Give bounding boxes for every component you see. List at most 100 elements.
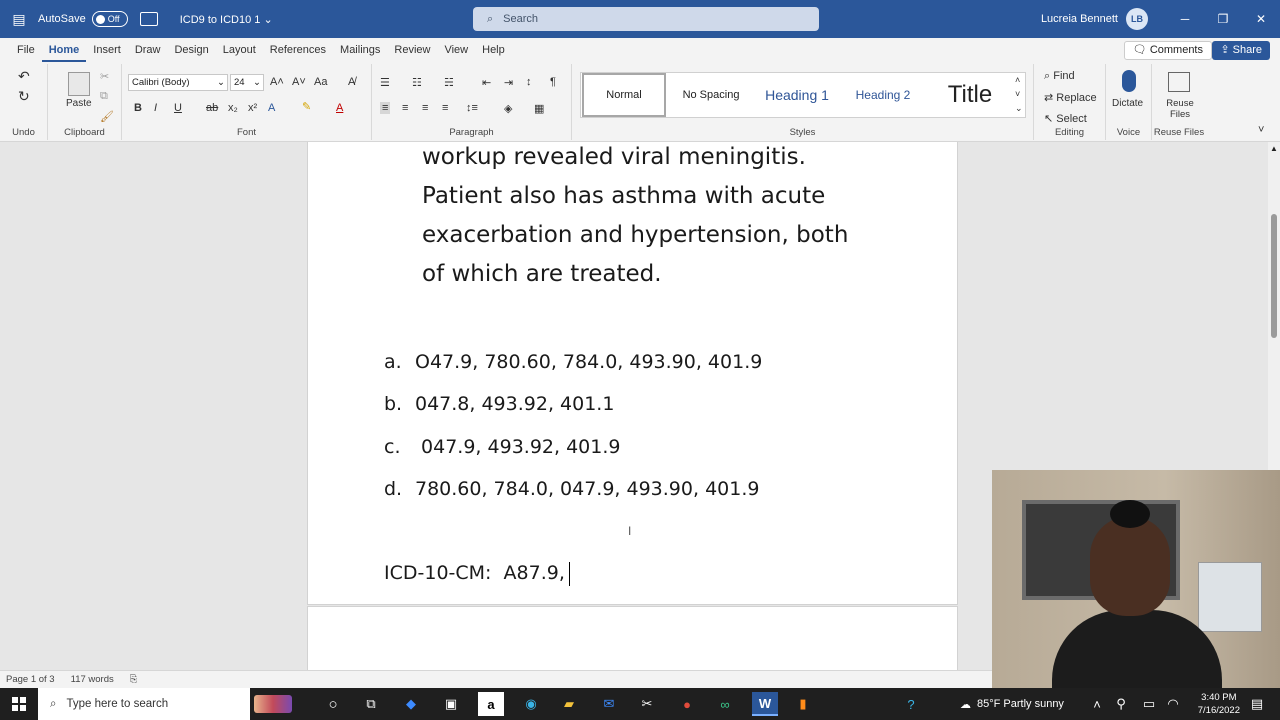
reuse-files-icon[interactable] [1168, 72, 1190, 92]
network-icon[interactable]: ⚲ [1108, 692, 1134, 716]
scrollbar-thumb[interactable] [1271, 214, 1277, 338]
chrome-icon[interactable]: ● [674, 692, 700, 716]
subscript-icon[interactable]: x₂ [228, 102, 238, 114]
replace-button[interactable]: ⇄ Replace [1044, 91, 1097, 104]
align-center-icon[interactable]: ≡ [402, 102, 408, 114]
document-title[interactable]: ICD9 to ICD10 1 ⌄ [180, 13, 273, 26]
grow-font-icon[interactable]: A˄ [270, 76, 284, 88]
multilevel-list-icon[interactable]: ☵ [444, 76, 454, 89]
highlighter-icon[interactable]: ✎ [302, 100, 311, 113]
font-color-icon[interactable]: A [336, 102, 343, 114]
tab-design[interactable]: Design [167, 38, 215, 62]
sort-icon[interactable]: ↕ [526, 76, 532, 88]
shrink-font-icon[interactable]: A˅ [292, 76, 306, 88]
select-button[interactable]: ↖ Select [1044, 112, 1087, 125]
tab-home[interactable]: Home [41, 38, 87, 62]
style-heading-1[interactable]: Heading 1 [755, 73, 839, 117]
style-heading-2[interactable]: Heading 2 [841, 73, 925, 117]
word-count[interactable]: 117 words [71, 674, 114, 685]
notifications-icon[interactable]: ▤ [1244, 692, 1270, 716]
close-button[interactable]: ✕ [1242, 0, 1280, 38]
copy-icon[interactable]: ⧉ [100, 90, 108, 103]
document-page[interactable]: workup revealed viral meningitis. Patien… [307, 142, 958, 605]
minimize-button[interactable]: ─ [1166, 0, 1204, 38]
borders-icon[interactable]: ▦ [534, 102, 544, 115]
superscript-icon[interactable]: x² [248, 102, 257, 114]
amazon-icon[interactable]: a [478, 692, 504, 716]
save-icon[interactable] [139, 12, 158, 26]
redo-icon[interactable]: ↻ [18, 88, 30, 105]
mail-icon[interactable]: ✉ [596, 692, 622, 716]
undo-icon[interactable]: ↶ [18, 68, 30, 85]
cortana-icon[interactable]: ○ [320, 692, 346, 716]
task-view-icon[interactable]: ⧉ [358, 692, 384, 716]
style-normal[interactable]: Normal [582, 73, 666, 117]
change-case-icon[interactable]: Aa [314, 76, 327, 88]
store-icon[interactable]: ▣ [438, 692, 464, 716]
increase-indent-icon[interactable]: ⇥ [504, 76, 513, 89]
snipping-tool-icon[interactable]: ✂ [634, 692, 660, 716]
tab-file[interactable]: File [10, 38, 42, 62]
microphone-icon[interactable] [1122, 70, 1136, 92]
bullets-icon[interactable]: ☰ [380, 76, 390, 89]
word-app-icon[interactable]: ▤ [0, 0, 38, 38]
tab-references[interactable]: References [263, 38, 333, 62]
page-count[interactable]: Page 1 of 3 [6, 674, 55, 685]
decrease-indent-icon[interactable]: ⇤ [482, 76, 491, 89]
tab-help[interactable]: Help [475, 38, 512, 62]
align-right-icon[interactable]: ≡ [422, 102, 428, 114]
restore-button[interactable]: ❐ [1204, 0, 1242, 38]
help-icon[interactable]: ? [898, 692, 924, 716]
text-effects-icon[interactable]: A [268, 102, 275, 114]
document-page-2[interactable] [307, 606, 958, 670]
tab-mailings[interactable]: Mailings [333, 38, 387, 62]
infinity-app-icon[interactable]: ∞ [712, 692, 738, 716]
bold-icon[interactable]: B [134, 102, 142, 114]
start-button[interactable] [0, 688, 38, 720]
italic-icon[interactable]: I [154, 102, 157, 114]
edge-icon[interactable]: ◉ [518, 692, 544, 716]
tray-expand-icon[interactable]: ˄ [1084, 692, 1110, 716]
format-painter-icon[interactable]: 🖌 [100, 110, 114, 123]
font-name-dropdown[interactable]: Calibri (Body) ⌄ [128, 74, 228, 91]
dictate-button[interactable]: Dictate [1112, 98, 1143, 109]
dropbox-icon[interactable]: ◆ [398, 692, 424, 716]
find-button[interactable]: ⌕ Find [1044, 70, 1075, 83]
paste-icon[interactable] [68, 72, 90, 96]
scroll-up-icon[interactable]: ▲ [1270, 144, 1278, 153]
search-input[interactable]: ⌕ Search [473, 7, 819, 31]
taskbar-search-input[interactable]: ⌕ Type here to search [38, 688, 292, 720]
collapse-ribbon-icon[interactable]: ˅ [1258, 124, 1264, 136]
word-taskbar-icon[interactable]: W [752, 692, 778, 716]
battery-icon[interactable]: ▭ [1136, 692, 1162, 716]
align-left-icon[interactable]: ≡ [380, 102, 391, 114]
wifi-icon[interactable]: ◠ [1160, 692, 1186, 716]
tab-review[interactable]: Review [387, 38, 437, 62]
show-formatting-icon[interactable]: ¶ [550, 76, 556, 88]
tab-insert[interactable]: Insert [86, 38, 128, 62]
clock[interactable]: 3:40 PM 7/16/2022 [1198, 691, 1240, 717]
line-spacing-icon[interactable]: ↕≡ [466, 102, 478, 114]
justify-icon[interactable]: ≡ [442, 102, 448, 114]
numbering-icon[interactable]: ☷ [412, 76, 422, 89]
office-app-icon[interactable]: ▮ [790, 692, 816, 716]
strikethrough-icon[interactable]: ab [206, 102, 218, 114]
autosave-toggle[interactable]: Off [91, 11, 128, 27]
tab-view[interactable]: View [437, 38, 475, 62]
styles-scroll-down-icon[interactable]: ˅ [1015, 89, 1020, 99]
cut-icon[interactable]: ✂ [100, 70, 109, 83]
user-name[interactable]: Lucreia Bennett [1041, 13, 1118, 25]
underline-icon[interactable]: U [174, 102, 182, 114]
style-no-spacing[interactable]: No Spacing [669, 73, 753, 117]
styles-more-icon[interactable]: ⌄ [1015, 103, 1023, 114]
avatar[interactable]: LB [1126, 8, 1148, 30]
file-explorer-icon[interactable]: ▰ [556, 692, 582, 716]
proofing-icon[interactable]: ⎘ [130, 674, 138, 685]
weather-widget[interactable]: ☁ 85°F Partly sunny [960, 688, 1064, 720]
styles-scroll-up-icon[interactable]: ˄ [1015, 75, 1020, 85]
tab-layout[interactable]: Layout [216, 38, 263, 62]
paste-label[interactable]: Paste [66, 98, 92, 109]
clear-formatting-icon[interactable]: A̸ [348, 76, 355, 88]
style-title[interactable]: Title [927, 73, 1013, 117]
comments-button[interactable]: 🗨 Comments [1123, 41, 1212, 60]
